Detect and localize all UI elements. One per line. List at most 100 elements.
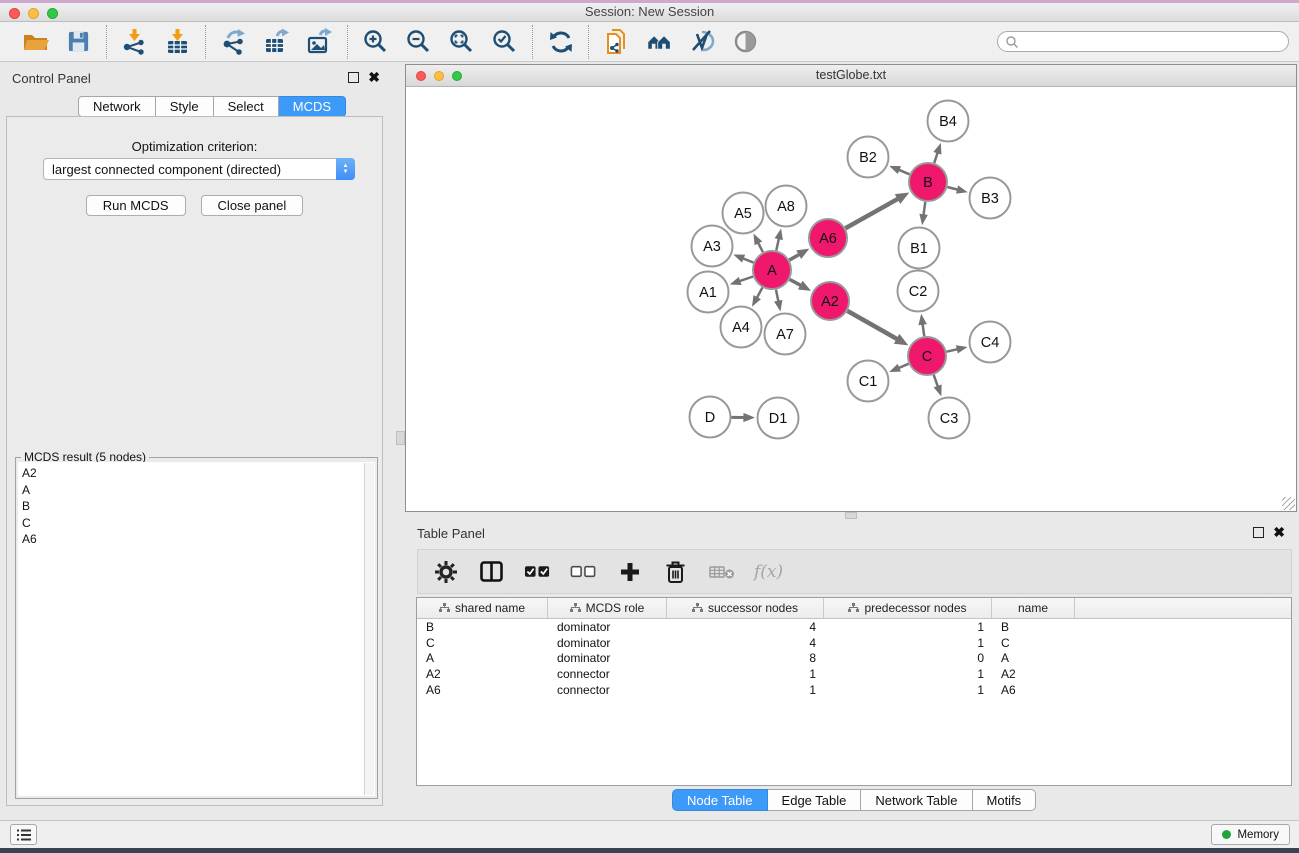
zoom-in-icon[interactable] xyxy=(362,28,389,55)
graph-edge-A-A5[interactable] xyxy=(753,233,763,252)
graph-node-B[interactable]: B xyxy=(909,163,947,201)
close-window-button[interactable] xyxy=(9,8,20,19)
graph-node-C[interactable]: C xyxy=(908,337,946,375)
graph-edge-C-C1[interactable] xyxy=(889,364,908,372)
graph-edge-A6-B[interactable] xyxy=(845,193,909,229)
zoom-selected-icon[interactable] xyxy=(491,28,518,55)
float-panel-icon[interactable] xyxy=(348,72,359,83)
refresh-icon[interactable] xyxy=(547,28,574,55)
graph-edge-A-A8[interactable] xyxy=(775,228,783,250)
column-header-name[interactable]: name xyxy=(992,598,1075,618)
deselect-all-icon[interactable] xyxy=(570,558,597,585)
tab-edge-table[interactable]: Edge Table xyxy=(768,789,862,811)
table-row[interactable]: A6connector11A6 xyxy=(417,682,1291,698)
search-field[interactable] xyxy=(997,31,1289,52)
task-history-button[interactable] xyxy=(10,824,37,845)
graph-node-C4[interactable]: C4 xyxy=(970,322,1011,363)
save-session-icon[interactable] xyxy=(65,28,92,55)
network-window-titlebar[interactable]: testGlobe.txt xyxy=(406,65,1296,87)
search-input[interactable] xyxy=(1019,33,1288,50)
column-header-shared-name[interactable]: shared name xyxy=(417,598,548,618)
graph-node-A7[interactable]: A7 xyxy=(765,314,806,355)
graph-edge-A-A4[interactable] xyxy=(752,288,762,307)
network-canvas[interactable]: B4B2BB3A5A8A6B1A3AC2A1A2A4A7C4CC1DD1C3 xyxy=(406,87,1296,511)
graph-node-C1[interactable]: C1 xyxy=(848,361,889,402)
network-close-button[interactable] xyxy=(416,71,426,81)
result-list-item[interactable]: B xyxy=(22,498,361,515)
table-row[interactable]: Cdominator41C xyxy=(417,635,1291,651)
network-zoom-button[interactable] xyxy=(452,71,462,81)
graph-node-D1[interactable]: D1 xyxy=(758,398,799,439)
graph-node-A6[interactable]: A6 xyxy=(809,219,847,257)
graph-node-C3[interactable]: C3 xyxy=(929,398,970,439)
graph-node-A2[interactable]: A2 xyxy=(811,282,849,320)
export-image-icon[interactable] xyxy=(306,28,333,55)
graph-edge-B-B4[interactable] xyxy=(933,143,941,163)
column-header-successor-nodes[interactable]: successor nodes xyxy=(667,598,824,618)
column-header-predecessor-nodes[interactable]: predecessor nodes xyxy=(824,598,992,618)
close-panel-icon[interactable]: ✖ xyxy=(368,72,380,83)
result-list-item[interactable]: A2 xyxy=(22,465,361,482)
graph-node-B3[interactable]: B3 xyxy=(970,178,1011,219)
graph-node-A1[interactable]: A1 xyxy=(688,272,729,313)
import-table-icon[interactable] xyxy=(164,28,191,55)
table-row[interactable]: Adominator80A xyxy=(417,650,1291,666)
graph-edge-C-C4[interactable] xyxy=(947,345,968,353)
export-network-icon[interactable] xyxy=(220,28,247,55)
tab-select[interactable]: Select xyxy=(214,96,279,117)
import-network-icon[interactable] xyxy=(121,28,148,55)
result-list-item[interactable]: A6 xyxy=(22,531,361,548)
tab-network-table[interactable]: Network Table xyxy=(861,789,972,811)
mcds-result-list[interactable]: A2ABCA6 xyxy=(18,462,375,796)
graph-node-B4[interactable]: B4 xyxy=(928,101,969,142)
show-details-icon[interactable] xyxy=(732,28,759,55)
graph-node-D[interactable]: D xyxy=(690,397,731,438)
graph-edge-D-D1[interactable] xyxy=(731,413,755,422)
settings-icon[interactable] xyxy=(432,558,459,585)
graph-node-A3[interactable]: A3 xyxy=(692,226,733,267)
delete-table-icon[interactable] xyxy=(708,558,735,585)
column-header-MCDS-role[interactable]: MCDS role xyxy=(548,598,667,618)
tab-node-table[interactable]: Node Table xyxy=(672,789,768,811)
float-table-panel-icon[interactable] xyxy=(1253,527,1264,538)
network-from-file-icon[interactable] xyxy=(603,28,630,55)
close-table-panel-icon[interactable]: ✖ xyxy=(1273,527,1285,538)
graph-edge-A-A2[interactable] xyxy=(790,279,811,290)
graph-edge-C-C2[interactable] xyxy=(918,314,926,336)
panel-splitter-grip[interactable] xyxy=(396,431,405,445)
close-panel-button[interactable]: Close panel xyxy=(201,195,304,216)
criterion-dropdown[interactable]: largest connected component (directed) ▲… xyxy=(43,158,355,180)
graph-edge-B-B1[interactable] xyxy=(919,202,927,225)
select-all-icon[interactable] xyxy=(524,558,551,585)
zoom-fit-icon[interactable] xyxy=(448,28,475,55)
minimize-window-button[interactable] xyxy=(28,8,39,19)
result-list-item[interactable]: C xyxy=(22,515,361,532)
tab-style[interactable]: Style xyxy=(156,96,214,117)
network-minimize-button[interactable] xyxy=(434,71,444,81)
add-column-icon[interactable] xyxy=(616,558,643,585)
table-row[interactable]: Bdominator41B xyxy=(417,619,1291,635)
graph-node-B1[interactable]: B1 xyxy=(899,228,940,269)
run-mcds-button[interactable]: Run MCDS xyxy=(86,195,186,216)
hide-details-icon[interactable] xyxy=(689,28,716,55)
graph-node-A4[interactable]: A4 xyxy=(721,307,762,348)
result-list-scrollbar[interactable] xyxy=(364,463,374,795)
home-icon[interactable] xyxy=(646,28,673,55)
graph-edge-A2-C[interactable] xyxy=(847,311,908,346)
graph-edge-C-C3[interactable] xyxy=(934,375,942,396)
graph-node-A[interactable]: A xyxy=(753,251,791,289)
split-view-icon[interactable] xyxy=(478,558,505,585)
graph-node-B2[interactable]: B2 xyxy=(848,137,889,178)
tab-motifs[interactable]: Motifs xyxy=(973,789,1037,811)
graph-edge-A-A6[interactable] xyxy=(789,249,809,260)
export-table-icon[interactable] xyxy=(263,28,290,55)
table-row[interactable]: A2connector11A2 xyxy=(417,666,1291,682)
graph-node-C2[interactable]: C2 xyxy=(898,271,939,312)
result-list-item[interactable]: A xyxy=(22,482,361,499)
function-builder-icon[interactable]: f(x) xyxy=(754,562,783,582)
graph-node-A8[interactable]: A8 xyxy=(766,186,807,227)
zoom-window-button[interactable] xyxy=(47,8,58,19)
table-splitter-grip[interactable] xyxy=(845,512,857,519)
graph-edge-B-B2[interactable] xyxy=(889,166,909,174)
graph-edge-A-A3[interactable] xyxy=(733,255,753,263)
